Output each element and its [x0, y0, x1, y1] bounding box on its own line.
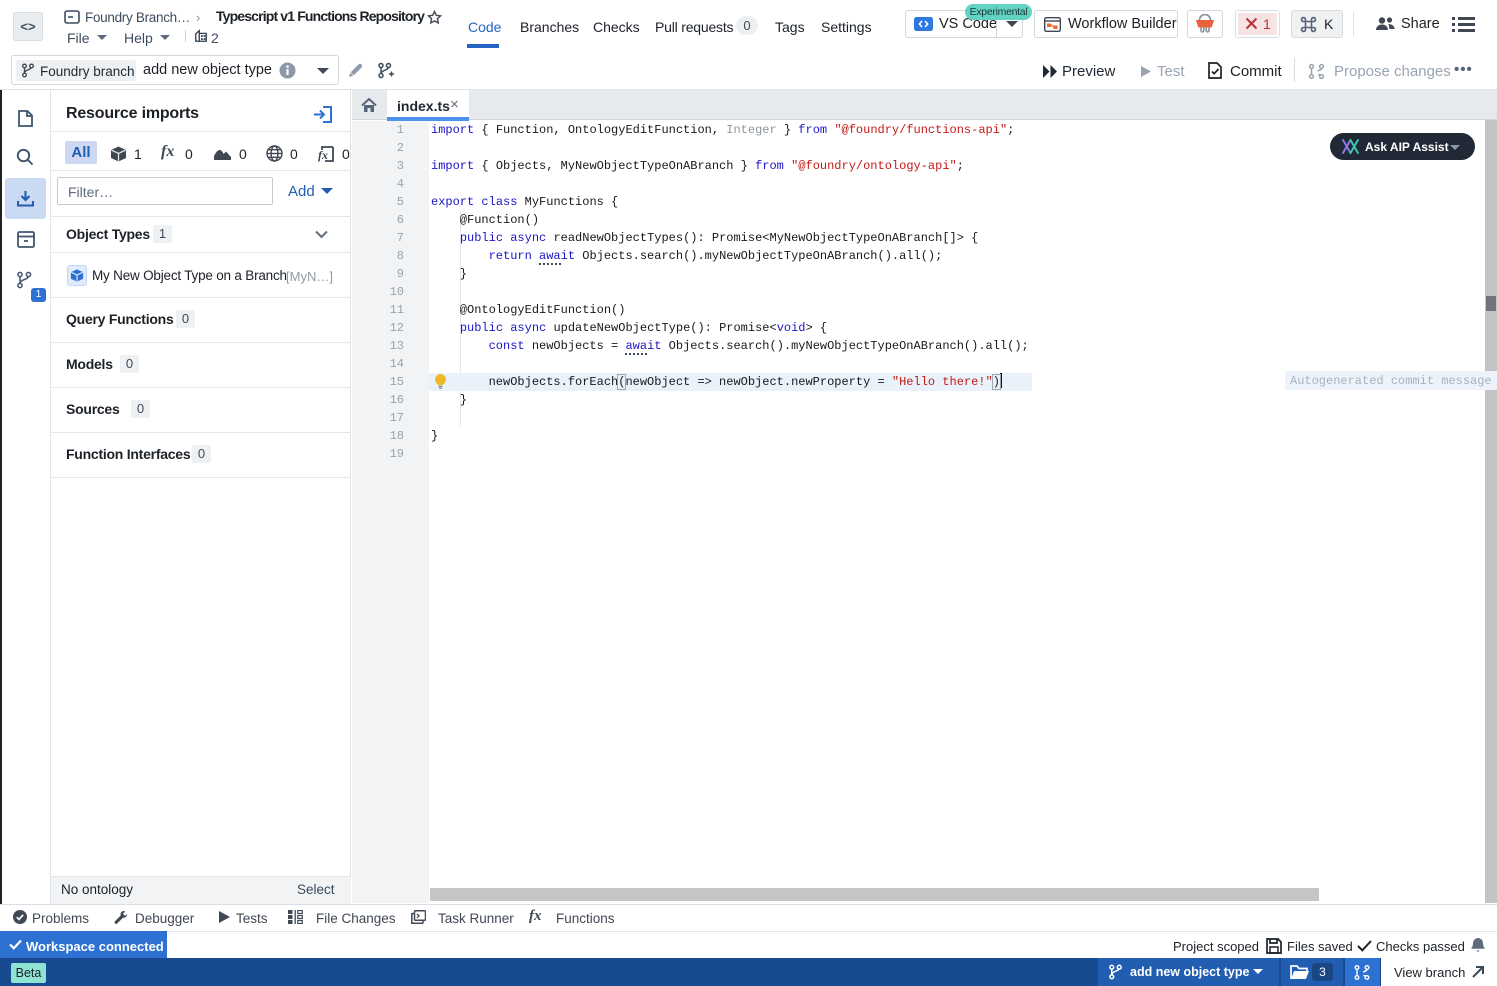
svg-text:fx: fx: [318, 148, 328, 162]
